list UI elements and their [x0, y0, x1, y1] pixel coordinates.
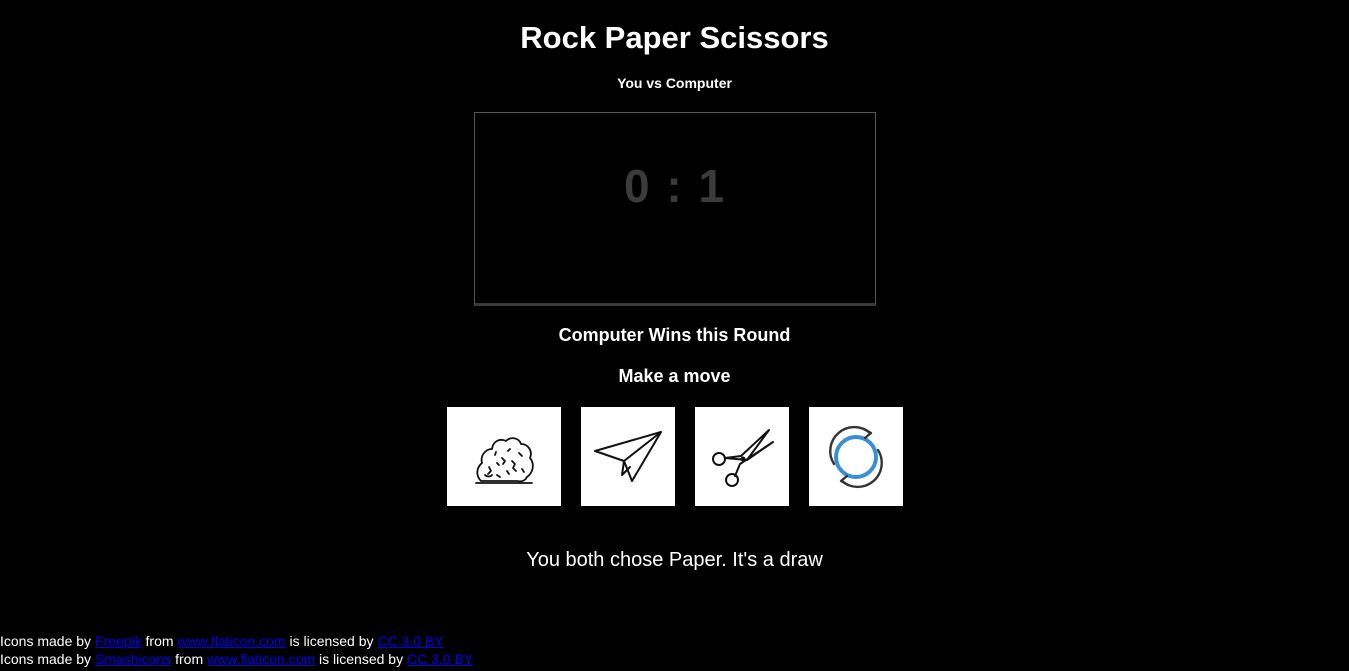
computer-score: 1 [698, 160, 727, 212]
author-link-freepik[interactable]: Freepik [95, 633, 142, 649]
refresh-icon [829, 425, 883, 488]
user-score: 0 [623, 160, 652, 212]
credit-middle: from [175, 651, 204, 667]
scoreboard: 0 : 1 [474, 112, 876, 306]
site-link[interactable]: www.flaticon.com [177, 633, 285, 649]
page-title: Rock Paper Scissors [520, 20, 829, 55]
scissors-icon [712, 428, 774, 487]
rock-icon [475, 436, 534, 484]
license-link[interactable]: CC 3.0 BY [407, 651, 473, 667]
scissors-button[interactable] [695, 407, 789, 506]
icon-credits: Icons made by Freepik from www.flaticon.… [0, 632, 473, 668]
action-message: You both chose Paper. It's a draw [526, 549, 823, 571]
site-link[interactable]: www.flaticon.com [207, 651, 315, 667]
license-link[interactable]: CC 3.0 BY [377, 633, 443, 649]
rock-button[interactable] [447, 407, 561, 506]
paper-button[interactable] [581, 407, 675, 506]
credit-suffix: is licensed by [289, 633, 374, 649]
round-result: Computer Wins this Round [558, 325, 791, 345]
paper-plane-icon [594, 430, 662, 482]
reset-button[interactable] [809, 407, 903, 506]
score-display: 0 : 1 [475, 159, 875, 213]
author-link-smashicons[interactable]: Smashicons [95, 651, 171, 667]
credit-line: Icons made by Smashicons from www.flatic… [0, 650, 473, 668]
score-separator: : [666, 160, 684, 212]
credit-prefix: Icons made by [0, 633, 92, 649]
move-prompt: Make a move [618, 366, 731, 386]
page-subtitle: You vs Computer [617, 75, 732, 91]
credit-line: Icons made by Freepik from www.flaticon.… [0, 632, 473, 650]
credit-prefix: Icons made by [0, 651, 92, 667]
credit-middle: from [145, 633, 174, 649]
credit-suffix: is licensed by [319, 651, 404, 667]
